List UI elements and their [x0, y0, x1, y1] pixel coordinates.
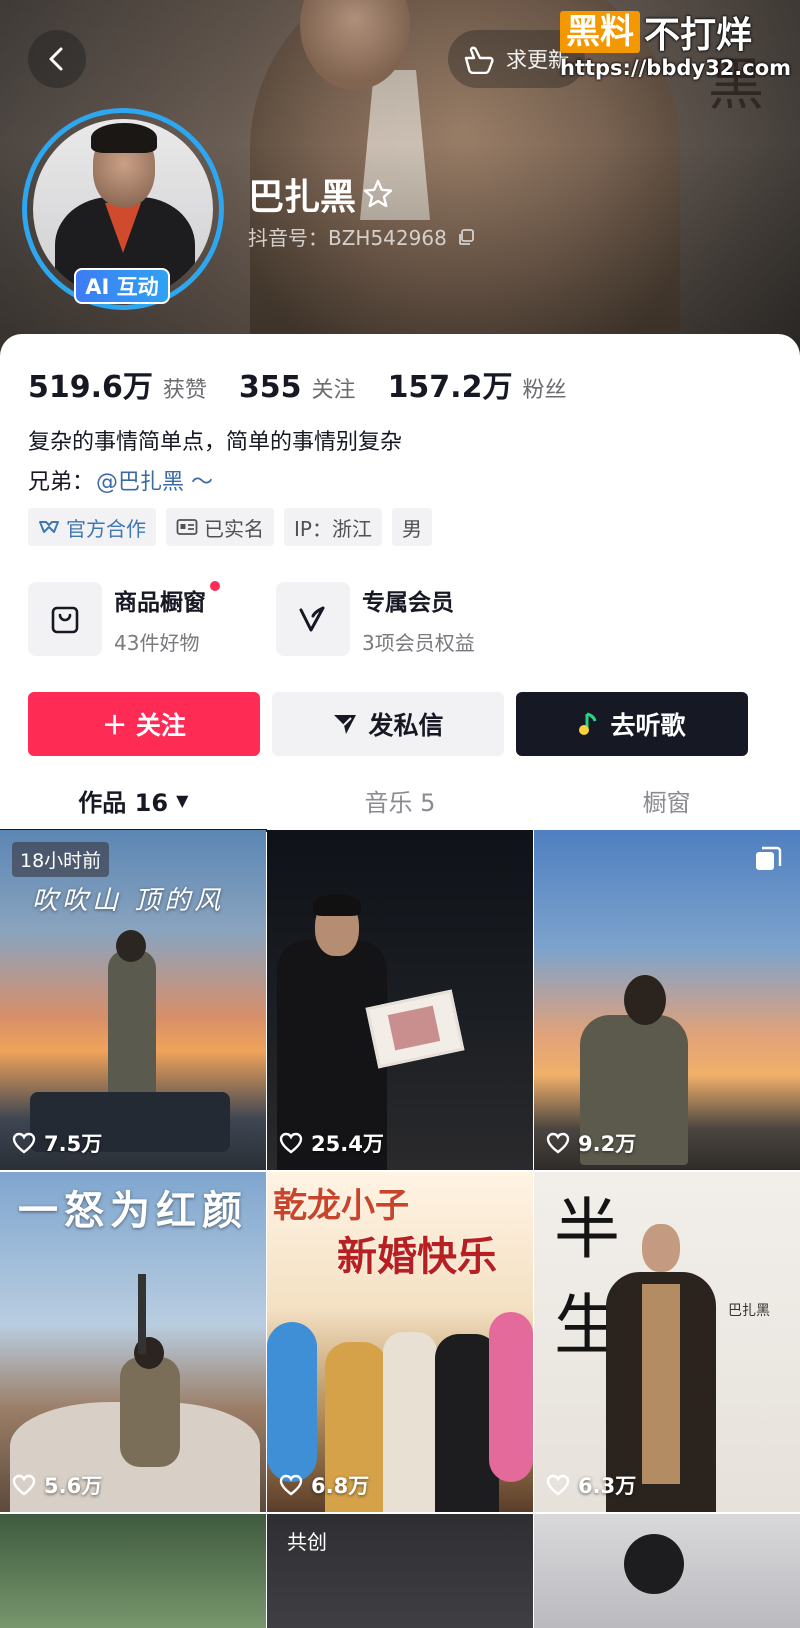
action-buttons: ＋ 关注 发私信 去听歌: [28, 692, 748, 756]
tag-gender: 男: [391, 508, 432, 546]
video-overlay-main: 新婚快乐: [337, 1233, 497, 1280]
send-arrow-icon: [334, 715, 357, 734]
stat-following[interactable]: 355 关注: [239, 370, 356, 405]
content-tabs: 作品 16 ▼ 音乐 5 橱窗: [0, 768, 800, 832]
notification-dot: [210, 580, 220, 591]
follow-label: ＋ 关注: [102, 711, 186, 740]
video-grid: 18小时前 吹吹山 顶的风 7.5万 25.4万 9.2万 一怒为红颜 5.6万…: [0, 830, 800, 1512]
watermark-url: https://bbdy32.com: [560, 56, 792, 80]
video-thumbnail[interactable]: 18小时前 吹吹山 顶的风 7.5万: [0, 830, 266, 1170]
video-thumbnail[interactable]: 9.2万: [534, 830, 800, 1170]
tab-music[interactable]: 音乐 5: [267, 768, 534, 832]
stat-value: 519.6万: [28, 370, 153, 405]
video-overlay-text: 吹吹山 顶的风: [32, 886, 225, 916]
video-grid-row: 共创: [0, 1514, 800, 1628]
membership-entry[interactable]: 专属会员 3项会员权益: [276, 582, 475, 656]
stat-followers[interactable]: 157.2万 粉丝: [388, 362, 567, 406]
stat-value: 355: [238, 370, 302, 405]
profile-stats: 519.6万 获赞 355 关注 157.2万 粉丝: [28, 362, 598, 406]
tag-label: IP：浙江: [294, 516, 372, 541]
douyin-id[interactable]: 抖音号：BZH542968: [248, 222, 475, 251]
follow-button[interactable]: ＋ 关注: [28, 692, 260, 756]
profile-tags: 官方合作 已实名 IP：浙江 男: [28, 508, 432, 546]
video-thumbnail[interactable]: 共创: [267, 1514, 533, 1628]
video-likes: 7.5万: [12, 1128, 102, 1158]
copy-icon[interactable]: [457, 228, 475, 246]
membership-title: 专属会员: [362, 589, 454, 616]
heart-outline-icon: [12, 1474, 36, 1496]
caret-down-icon: ▼: [176, 790, 189, 810]
tag-verified-name[interactable]: 已实名: [166, 508, 274, 546]
co-creation-badge: 共创: [287, 1530, 327, 1554]
profile-card: 519.6万 获赞 355 关注 157.2万 粉丝 复杂的事情简单点，简单的事…: [0, 334, 800, 1628]
profile-name-text: 巴扎黑: [248, 177, 357, 218]
shop-window-subtitle: 43件好物: [114, 630, 200, 655]
video-likes: 6.8万: [279, 1470, 369, 1500]
tab-works[interactable]: 作品 16 ▼: [0, 768, 267, 832]
tag-label: 已实名: [204, 516, 264, 541]
handshake-icon: [39, 521, 59, 533]
video-thumbnail[interactable]: [0, 1514, 266, 1628]
tag-ip-location: IP：浙江: [284, 508, 382, 546]
watermark: 黑料 不打烊 https://bbdy32.com: [560, 6, 796, 86]
heart-outline-icon: [546, 1132, 570, 1154]
watermark-box-text: 黑料: [560, 11, 640, 53]
send-message-label: 发私信: [368, 711, 444, 740]
video-thumbnail[interactable]: 半 生 巴扎黑 6.3万: [534, 1172, 800, 1512]
profile-name: 巴扎黑: [248, 168, 394, 220]
profile-bio: 复杂的事情简单点，简单的事情别复杂: [28, 430, 403, 455]
video-likes: 6.3万: [546, 1470, 636, 1500]
star-outline-icon: [363, 179, 393, 208]
stat-label: 粉丝: [522, 378, 567, 403]
video-likes: 9.2万: [546, 1128, 636, 1158]
listen-song-label: 去听歌: [610, 711, 686, 740]
shop-window-title: 商品橱窗: [114, 580, 220, 617]
video-overlay-small: 巴扎黑: [728, 1303, 770, 1319]
bio-mention-link[interactable]: @巴扎黑 ～: [96, 464, 213, 496]
heart-outline-icon: [279, 1474, 303, 1496]
heart-outline-icon: [279, 1132, 303, 1154]
heart-outline-icon: [12, 1132, 36, 1154]
douyin-id-text: 抖音号：BZH542968: [248, 226, 447, 250]
video-thumbnail[interactable]: 乾龙小子 新婚快乐 6.8万: [267, 1172, 533, 1512]
video-thumbnail[interactable]: 一怒为红颜 5.6万: [0, 1172, 266, 1512]
multi-image-icon: [756, 846, 782, 870]
video-thumbnail[interactable]: 25.4万: [267, 830, 533, 1170]
stat-likes[interactable]: 519.6万 获赞: [28, 362, 207, 406]
shop-window-entry[interactable]: 商品橱窗 43件好物: [28, 580, 220, 656]
chevron-left-icon: [49, 47, 63, 71]
tag-label: 男: [401, 516, 422, 541]
membership-subtitle: 3项会员权益: [362, 630, 475, 655]
tab-shop-window[interactable]: 橱窗: [533, 768, 800, 832]
video-overlay-text: 一怒为红颜: [18, 1187, 248, 1234]
ai-interact-badge[interactable]: AI 互动: [74, 268, 170, 304]
video-thumbnail[interactable]: [534, 1514, 800, 1628]
stat-label: 关注: [311, 378, 356, 403]
send-message-button[interactable]: 发私信: [272, 692, 504, 756]
bio-brother-line: 兄弟： @巴扎黑 ～: [28, 464, 213, 496]
post-time-badge: 18小时前: [12, 842, 110, 877]
membership-v-icon: [276, 582, 350, 656]
back-button[interactable]: [28, 30, 86, 88]
watermark-text: 不打烊: [644, 15, 753, 56]
stat-value: 157.2万: [387, 370, 513, 405]
video-likes: 5.6万: [12, 1470, 102, 1500]
listen-song-button[interactable]: 去听歌: [516, 692, 748, 756]
tag-label: 官方合作: [66, 516, 146, 541]
music-note-icon: [579, 712, 597, 735]
heart-outline-icon: [546, 1474, 570, 1496]
id-card-icon: [176, 519, 198, 535]
bio-brother-prefix: 兄弟：: [28, 470, 95, 495]
tag-official-partner[interactable]: 官方合作: [28, 508, 156, 546]
shopping-bag-icon: [28, 582, 102, 656]
stat-label: 获赞: [162, 378, 207, 403]
video-likes: 25.4万: [279, 1128, 384, 1158]
video-overlay-top: 乾龙小子: [273, 1186, 409, 1226]
hand-point-icon: [464, 46, 494, 74]
